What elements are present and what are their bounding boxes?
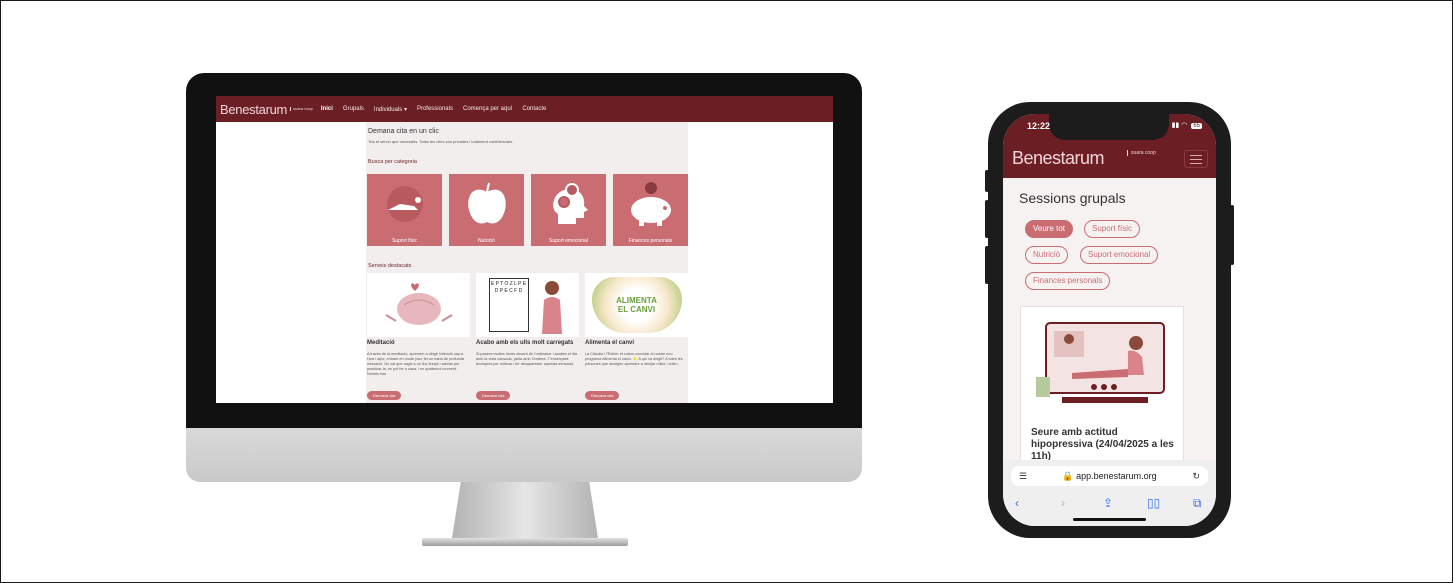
category-label: Suport físic <box>391 238 417 244</box>
service-card-alimenta: ALIMENTA EL CANVI Alimenta el canvi La C… <box>585 273 688 403</box>
chip-finances[interactable]: Finances personals <box>1025 272 1111 290</box>
desktop-screen: Benestarum suara coop Inici Grupals Indi… <box>216 96 833 403</box>
brain-meditation-image <box>367 273 470 337</box>
category-suport-emocional[interactable]: Suport emocional <box>531 174 606 246</box>
nav-professionals[interactable]: Professionals <box>417 106 453 112</box>
category-suport-fisic[interactable]: Suport físic <box>367 174 442 246</box>
eye-chart-image: E P T O Z L P E D P E C F D <box>476 273 579 337</box>
phone-notch <box>1049 114 1169 140</box>
monitor-foot <box>422 538 628 546</box>
book-appointment-button[interactable]: Demana cita <box>476 391 511 400</box>
url-text: 🔒 app.benestarum.org <box>1062 471 1157 481</box>
battery-icon: 65 <box>1191 123 1202 129</box>
session-title[interactable]: Seure amb actitud hipopressiva (24/04/20… <box>1031 427 1181 463</box>
service-text: Si passes moltes hores davant de l'ordin… <box>476 352 577 366</box>
top-navbar: Benestarum suara coop Inici Grupals Indi… <box>216 96 833 122</box>
signal-icon: ▮▮ <box>1171 122 1180 129</box>
nav-comenca[interactable]: Comença per aquí <box>463 106 512 112</box>
monitor-chin <box>186 428 862 482</box>
monitor-stand <box>452 482 598 538</box>
service-card-ulls: E P T O Z L P E D P E C F D Acabo amb el… <box>476 273 579 403</box>
forward-icon[interactable]: › <box>1061 496 1065 510</box>
share-icon[interactable]: ⇪ <box>1103 496 1113 510</box>
exercise-icon <box>367 174 442 234</box>
tabs-icon[interactable]: ⧉ <box>1193 496 1202 511</box>
service-card-meditacio: Meditació A través de la meditació, apre… <box>367 273 470 403</box>
piggy-bank-icon <box>613 174 688 234</box>
category-nutricio[interactable]: Nutrició <box>449 174 524 246</box>
mobile-header: 12:22 ▮▮ ◠ 65 Benestarum suara coop <box>1003 114 1216 178</box>
page-title: Demana cita en un clic <box>368 128 439 135</box>
category-label: Nutrició <box>478 238 495 244</box>
nav-individuals[interactable]: Individuals ▾ <box>374 106 407 113</box>
address-bar[interactable]: ☰ 🔒 app.benestarum.org ↻ <box>1011 466 1208 486</box>
back-icon[interactable]: ‹ <box>1015 496 1019 510</box>
browser-toolbar: ☰ 🔒 app.benestarum.org ↻ ‹ › ⇪ ▯▯ ⧉ <box>1003 460 1216 526</box>
book-appointment-button[interactable]: Demana cita <box>367 391 402 400</box>
main-content: Demana cita en un clic Tria el servei qu… <box>366 122 688 403</box>
bookmarks-icon[interactable]: ▯▯ <box>1147 496 1160 510</box>
eye-chart: E P T O Z L P E D P E C F D <box>488 278 529 332</box>
nav-grupals[interactable]: Grupals <box>343 106 364 112</box>
service-title[interactable]: Alimenta el canvi <box>585 340 634 346</box>
site-logo[interactable]: Benestarum <box>220 102 287 117</box>
category-finances[interactable]: Finances personals <box>613 174 688 246</box>
status-time: 12:22 <box>1027 121 1051 131</box>
home-indicator <box>1073 518 1146 521</box>
head-gears-icon <box>531 174 606 234</box>
hypopressive-image <box>1021 307 1183 415</box>
chip-suport-emocional[interactable]: Suport emocional <box>1080 246 1159 264</box>
mobile-logo-sub: suara coop <box>1127 150 1156 156</box>
chip-suport-fisic[interactable]: Suport físic <box>1084 220 1141 238</box>
mobile-page-title: Sessions grupals <box>1019 190 1126 206</box>
chip-veure-tot[interactable]: Veure tot <box>1025 220 1074 238</box>
book-appointment-button[interactable]: Demana cita <box>585 391 620 400</box>
category-label: Finances personals <box>628 238 673 244</box>
mobile-logo[interactable]: Benestarum <box>1012 148 1105 169</box>
tabs-overview-icon[interactable]: ☰ <box>1019 466 1027 486</box>
service-title[interactable]: Meditació <box>367 340 395 346</box>
reload-icon[interactable]: ↻ <box>1192 466 1200 486</box>
status-icons: ▮▮ ◠ 65 <box>1172 121 1202 129</box>
service-text: La Clàudia i l'Esther et volem convidar … <box>585 352 683 366</box>
wifi-icon: ◠ <box>1181 122 1188 129</box>
category-label: Suport emocional <box>549 238 588 244</box>
mobile-screen: 12:22 ▮▮ ◠ 65 Benestarum suara coop Sess… <box>1003 114 1216 526</box>
nav-contacte[interactable]: Contacte <box>522 106 546 112</box>
category-heading: Busca per categoria <box>368 159 417 165</box>
apple-icon <box>449 174 524 234</box>
service-text: A través de la meditació, aprenem a diri… <box>367 352 464 376</box>
hamburger-menu-icon[interactable] <box>1184 150 1208 168</box>
site-logo-sub: suara coop <box>290 107 313 111</box>
service-title[interactable]: Acabo amb els ulls molt carregats <box>476 340 573 346</box>
page-subtitle: Tria el servei que necessitis. Totes les… <box>368 139 514 144</box>
alimenta-logo-text: ALIMENTA EL CANVI <box>616 296 657 314</box>
featured-heading: Serveis destacats <box>368 263 412 269</box>
nav-inici[interactable]: Inici <box>321 106 333 112</box>
vegetables-heart-image: ALIMENTA EL CANVI <box>585 273 688 337</box>
session-card[interactable]: Seure amb actitud hipopressiva (24/04/20… <box>1020 306 1184 478</box>
chip-nutricio[interactable]: Nutrició <box>1025 246 1069 264</box>
mobile-body: Sessions grupals Veure tot Suport físic … <box>1003 178 1216 478</box>
